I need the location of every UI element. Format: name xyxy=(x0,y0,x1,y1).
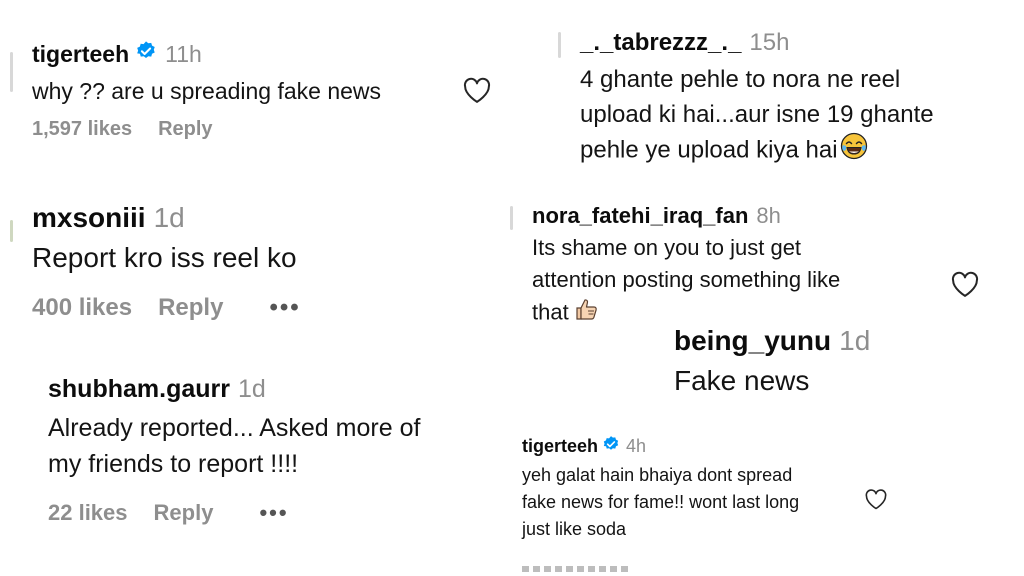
heart-outline-icon[interactable] xyxy=(462,76,492,109)
comment-text-line: pehle ye upload kiya hai xyxy=(580,132,934,170)
comment-username[interactable]: _._tabrezzz_._ xyxy=(580,29,741,57)
comment-text: fake news for fame!! wont last long xyxy=(522,492,800,512)
comment-text: just like soda xyxy=(522,519,627,539)
comment: tigerteeh 4h yeh galat hain bhaiya dont … xyxy=(522,434,799,543)
panel-edge xyxy=(510,206,513,230)
comment-text: why ?? are u spreading fake news xyxy=(32,78,382,104)
reply-button[interactable]: Reply xyxy=(154,500,214,526)
comment-timestamp: 4h xyxy=(626,435,647,456)
comment-timestamp: 15h xyxy=(749,29,790,56)
likes-count[interactable]: 400 likes xyxy=(32,294,132,322)
comment-username[interactable]: tigerteeh xyxy=(522,436,598,457)
more-options-icon[interactable]: ••• xyxy=(269,294,300,322)
heart-outline-icon[interactable] xyxy=(864,488,888,515)
thumbs-up-emoji xyxy=(573,296,599,331)
panel-edge xyxy=(10,52,13,92)
comment-text: yeh galat hain bhaiya dont spread xyxy=(522,465,793,485)
comment: mxsoniii 1d Report kro iss reel ko 400 l… xyxy=(32,202,301,322)
comment-text: my friends to report !!!! xyxy=(48,450,299,478)
reply-button[interactable]: Reply xyxy=(158,294,223,322)
comment: tigerteeh 11h why ?? are u spreading fak… xyxy=(32,38,381,141)
comment-timestamp: 1d xyxy=(153,202,185,233)
more-options-icon[interactable]: ••• xyxy=(259,500,288,526)
comment: nora_fatehi_iraq_fan 8h Its shame on you… xyxy=(532,202,840,331)
tears-of-joy-emoji xyxy=(840,132,868,170)
comment-timestamp: 1d xyxy=(839,325,871,356)
comment-username[interactable]: shubham.gaurr xyxy=(48,375,230,404)
heart-outline-icon[interactable] xyxy=(950,270,980,303)
reply-button[interactable]: Reply xyxy=(158,118,212,141)
comment-username[interactable]: being_yunu xyxy=(674,325,831,357)
comment-username[interactable]: tigerteeh xyxy=(32,41,129,68)
comment-text: Already reported... Asked more of xyxy=(48,414,421,442)
comment-text: that xyxy=(532,299,569,325)
comment-text: Fake news xyxy=(674,365,810,396)
comment: _._tabrezzz_._ 15h 4 ghante pehle to nor… xyxy=(580,28,934,170)
comment-timestamp: 1d xyxy=(237,374,266,403)
comment-timestamp: 8h xyxy=(756,203,781,228)
likes-count[interactable]: 22 likes xyxy=(48,500,128,526)
panel-edge xyxy=(10,220,13,242)
comment-text: attention posting something like xyxy=(532,267,841,292)
comment: being_yunu 1d Fake news xyxy=(674,324,870,400)
comment: shubham.gaurr 1d Already reported... Ask… xyxy=(48,374,420,526)
verified-badge-icon xyxy=(602,435,620,458)
comment-timestamp: 11h xyxy=(165,40,202,67)
comment-text: pehle ye upload kiya hai xyxy=(580,136,838,164)
comment-text: Its shame on you to just get xyxy=(532,235,802,260)
cropped-text-fragment xyxy=(522,566,632,572)
panel-edge xyxy=(558,32,561,58)
verified-badge-icon xyxy=(135,40,157,68)
comment-text: Report kro iss reel ko xyxy=(32,242,297,273)
comment-text: 4 ghante pehle to nora ne reel xyxy=(580,66,901,93)
comment-username[interactable]: nora_fatehi_iraq_fan xyxy=(532,203,748,229)
likes-count[interactable]: 1,597 likes xyxy=(32,118,132,141)
comment-text: upload ki hai...aur isne 19 ghante xyxy=(580,101,934,128)
comment-username[interactable]: mxsoniii xyxy=(32,202,146,234)
